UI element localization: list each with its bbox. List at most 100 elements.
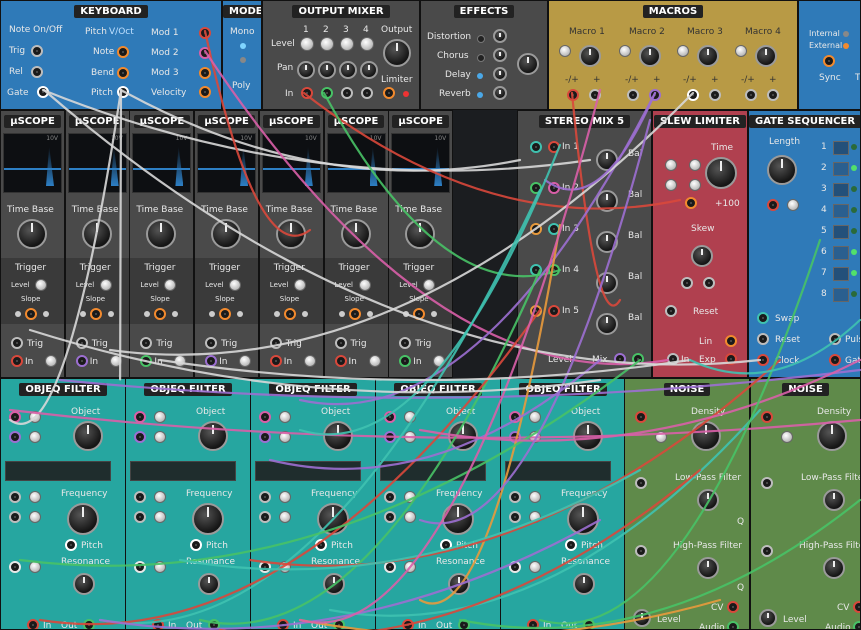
macro4-jack-b[interactable] — [767, 89, 779, 101]
time-base-knob[interactable] — [340, 219, 371, 249]
object-cv2-jack[interactable] — [134, 431, 146, 443]
freq-cv2-jack[interactable] — [134, 511, 146, 523]
mix2-knob[interactable] — [596, 190, 618, 212]
freq-atten-knob[interactable] — [529, 491, 541, 503]
object-knob[interactable] — [73, 421, 103, 451]
slew-skew-jack-b[interactable] — [703, 277, 715, 289]
density-atten-knob[interactable] — [655, 431, 667, 443]
noise-audio-jack[interactable] — [853, 621, 860, 629]
scope-trig-jack[interactable] — [11, 337, 23, 349]
object-shape-strip[interactable] — [5, 461, 111, 481]
slope-up-led[interactable] — [366, 311, 373, 317]
smix-in2-jack[interactable] — [530, 182, 542, 194]
trigger-level-knob[interactable] — [35, 279, 47, 291]
res-atten-knob[interactable] — [529, 561, 541, 573]
seq-step-button[interactable] — [833, 162, 849, 176]
macro1-jack-a[interactable] — [567, 89, 579, 101]
seq-step-button[interactable] — [833, 288, 849, 302]
slew-lin-jack[interactable] — [725, 335, 737, 347]
freq-cv2-jack[interactable] — [509, 511, 521, 523]
slope-up-led[interactable] — [301, 311, 308, 317]
scope-in-atten[interactable] — [174, 355, 187, 367]
filter-in-jack[interactable] — [277, 619, 289, 629]
macro1-jack-b[interactable] — [589, 89, 601, 101]
effects-main-knob[interactable] — [517, 53, 539, 75]
hpf-knob[interactable] — [697, 557, 719, 579]
slope-down-led[interactable] — [273, 311, 280, 317]
res-atten-knob[interactable] — [279, 561, 291, 573]
object-shape-strip[interactable] — [505, 461, 611, 481]
slew-skew-knob[interactable] — [691, 245, 713, 267]
scope-trig-jack[interactable] — [205, 337, 218, 349]
slew-exp-jack[interactable] — [725, 353, 737, 365]
distortion-knob[interactable] — [493, 29, 507, 43]
smix-in2b-jack[interactable] — [548, 182, 560, 194]
smix-in3-jack[interactable] — [530, 223, 542, 235]
object-cv-jack[interactable] — [134, 411, 146, 423]
scope-in-atten[interactable] — [109, 355, 122, 367]
slope-jack[interactable] — [348, 308, 361, 320]
internal-led[interactable] — [843, 31, 849, 37]
object-atten-knob[interactable] — [29, 411, 41, 423]
slope-up-led[interactable] — [107, 311, 114, 317]
chorus-knob[interactable] — [493, 48, 507, 62]
trigger-level-knob[interactable] — [293, 279, 306, 291]
hpf-cv-jack[interactable] — [761, 545, 773, 557]
mix-in2-jack[interactable] — [321, 87, 333, 99]
filter-out-jack[interactable] — [208, 619, 220, 629]
scope-trig-jack[interactable] — [334, 337, 347, 349]
smix-in3b-jack[interactable] — [548, 223, 560, 235]
mix-in3-jack[interactable] — [341, 87, 353, 99]
frequency-knob[interactable] — [442, 503, 474, 535]
rel-jack[interactable] — [31, 66, 43, 78]
reverb-knob[interactable] — [493, 86, 507, 100]
noise-level-knob[interactable] — [633, 609, 651, 627]
filter-in-jack[interactable] — [402, 619, 414, 629]
object-cv-jack[interactable] — [259, 411, 271, 423]
slope-jack[interactable] — [219, 308, 232, 320]
macro1-small-knob[interactable] — [559, 45, 571, 57]
scope-in-jack[interactable] — [205, 355, 218, 367]
lpf-cv-jack[interactable] — [635, 477, 647, 489]
frequency-knob[interactable] — [317, 503, 349, 535]
pan2-knob[interactable] — [318, 61, 336, 79]
delay-led[interactable] — [477, 73, 483, 79]
object-atten2-knob[interactable] — [404, 431, 416, 443]
freq-atten2-knob[interactable] — [404, 511, 416, 523]
length-cv-jack[interactable] — [767, 199, 779, 211]
pitch-jack[interactable] — [565, 539, 577, 551]
freq-cv-jack[interactable] — [509, 491, 521, 503]
external-led[interactable] — [843, 43, 849, 49]
seq-clock-jack[interactable] — [757, 354, 769, 366]
object-knob[interactable] — [198, 421, 228, 451]
object-cv2-jack[interactable] — [509, 431, 521, 443]
scope-in-atten[interactable] — [303, 355, 316, 367]
freq-atten-knob[interactable] — [29, 491, 41, 503]
seq-step-button[interactable] — [833, 267, 849, 281]
mod2-jack[interactable] — [199, 47, 211, 59]
noise-audio-jack[interactable] — [727, 621, 739, 629]
delay-knob[interactable] — [493, 67, 507, 81]
macro2-jack-b[interactable] — [649, 89, 661, 101]
hpf-cv-jack[interactable] — [635, 545, 647, 557]
pan4-knob[interactable] — [360, 61, 378, 79]
res-cv-jack[interactable] — [134, 561, 146, 573]
slope-down-led[interactable] — [79, 311, 86, 317]
time-base-knob[interactable] — [81, 219, 112, 249]
seq-step-button[interactable] — [833, 225, 849, 239]
res-atten-knob[interactable] — [154, 561, 166, 573]
object-cv2-jack[interactable] — [384, 431, 396, 443]
scope-trig-jack[interactable] — [399, 337, 412, 349]
object-cv2-jack[interactable] — [259, 431, 271, 443]
scope-in-atten[interactable] — [45, 355, 57, 367]
object-atten-knob[interactable] — [279, 411, 291, 423]
object-knob[interactable] — [573, 421, 603, 451]
res-cv-jack[interactable] — [509, 561, 521, 573]
pitch-jack[interactable] — [190, 539, 202, 551]
object-atten2-knob[interactable] — [279, 431, 291, 443]
slope-up-led[interactable] — [43, 311, 49, 317]
scope-in-jack[interactable] — [75, 355, 88, 367]
object-atten-knob[interactable] — [154, 411, 166, 423]
object-knob[interactable] — [448, 421, 478, 451]
object-cv2-jack[interactable] — [9, 431, 21, 443]
